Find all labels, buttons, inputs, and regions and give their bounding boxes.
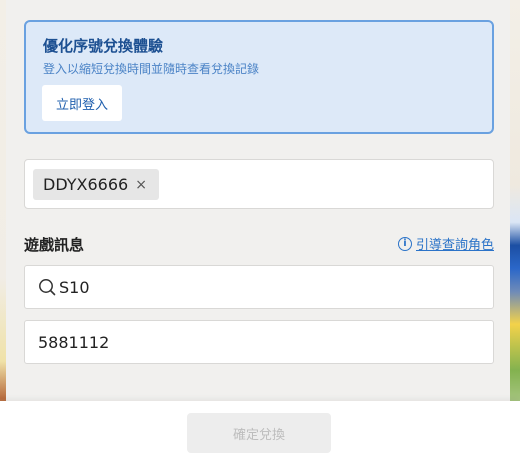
server-value: S10 [59, 277, 90, 297]
close-icon[interactable]: × [135, 178, 147, 192]
code-tag: DDYX6666 × [33, 169, 159, 200]
promo-subtitle: 登入以縮短兌換時間並隨時查看兌換記錄 [43, 62, 260, 76]
login-promo-banner: 優化序號兌換體驗 登入以縮短兌換時間並隨時查看兌換記錄 立即登入 [24, 20, 494, 134]
server-select[interactable]: S10 [24, 265, 494, 309]
login-button[interactable]: 立即登入 [42, 85, 122, 121]
confirm-redeem-button[interactable]: 確定兌換 [187, 413, 331, 453]
game-info-title: 遊戲訊息 [24, 236, 85, 254]
info-icon: i [397, 236, 412, 251]
search-icon [39, 279, 56, 296]
role-guide-link-label[interactable]: 引導查詢角色 [416, 234, 494, 253]
role-id-value: 5881112 [38, 332, 110, 352]
role-guide-link[interactable]: i 引導查詢角色 [397, 234, 494, 253]
redeem-code-input[interactable]: DDYX6666 × [24, 159, 494, 209]
promo-title: 優化序號兌換體驗 [43, 37, 164, 55]
role-id-field[interactable]: 5881112 [24, 320, 494, 364]
footer-bar: 確定兌換 [0, 401, 520, 463]
background-art-right [510, 0, 520, 463]
code-tag-text: DDYX6666 [43, 175, 129, 194]
